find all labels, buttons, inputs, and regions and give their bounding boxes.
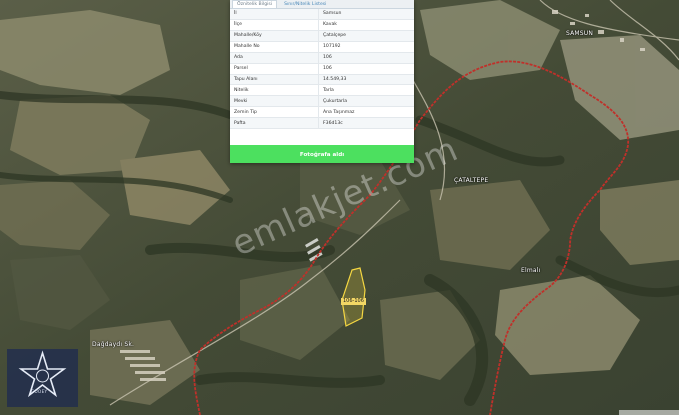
row-key: Mevki: [234, 98, 248, 104]
row-value: Ana Taşınmaz: [318, 107, 414, 118]
row-value: 106: [318, 52, 414, 63]
table-row: Mevki Çukurtarla: [230, 96, 414, 108]
table-row: Mahalle No 107192: [230, 41, 414, 53]
table-row: İl Samsun: [230, 9, 414, 20]
row-value: 106: [318, 63, 414, 74]
attribute-table: İl Samsun İlçe Kavak Mahalle/Köy Çatalçepe …: [230, 9, 414, 130]
panel-tabs: Öznitelik Bilgisi Sınır/Nitelik Listesi: [230, 0, 414, 9]
tab-boundary-list[interactable]: Sınır/Nitelik Listesi: [279, 0, 331, 8]
table-row: İlçe Kavak: [230, 19, 414, 31]
star-logo-icon: [18, 350, 67, 398]
map-label-elmali: Elmalı: [521, 267, 541, 274]
row-value: Tarla: [318, 85, 414, 96]
parcel-number-label: 106-106: [341, 298, 366, 305]
table-row: Mahalle/Köy Çatalçepe: [230, 30, 414, 42]
agency-logo: GOOEY: [7, 349, 78, 407]
row-key: Zemin Tip: [234, 109, 257, 115]
table-row: Nitelik Tarla: [230, 85, 414, 97]
row-key: Pafta: [234, 120, 246, 126]
parcel-info-panel: Öznitelik Bilgisi Sınır/Nitelik Listesi …: [230, 0, 414, 163]
row-key: İlçe: [234, 22, 242, 28]
row-key: İl: [234, 11, 237, 17]
row-value: 14.549,33: [318, 74, 414, 85]
map-attribution-bar: [619, 410, 679, 415]
table-row: Tapu Alanı 14.549,33: [230, 74, 414, 86]
row-key: Tapu Alanı: [234, 76, 258, 82]
satellite-photo-button[interactable]: Fotoğrafa aldı: [230, 145, 414, 163]
map-label-north-village: SAMSUN: [566, 30, 594, 37]
row-value: Çukurtarla: [318, 96, 414, 107]
table-row: Parsel 106: [230, 63, 414, 75]
map-label-dagdaydi: Dağdaydı Sk.: [92, 341, 135, 348]
row-key: Mahalle/Köy: [234, 33, 262, 39]
logo-text: GOOEY: [31, 389, 48, 394]
table-row: Pafta F36d13c: [230, 118, 414, 130]
tab-attribute-info[interactable]: Öznitelik Bilgisi: [232, 0, 278, 8]
row-key: Nitelik: [234, 87, 249, 93]
row-value: 107192: [318, 41, 414, 52]
row-key: Mahalle No: [234, 44, 260, 50]
row-value: F36d13c: [318, 118, 414, 129]
row-key: Ada: [234, 55, 243, 61]
row-value: Çatalçepe: [318, 30, 414, 41]
map-label-cataltepe: ÇATALTEPE: [454, 177, 489, 184]
row-key: Parsel: [234, 66, 248, 72]
row-value: Samsun: [318, 9, 414, 19]
table-row: Zemin Tip Ana Taşınmaz: [230, 107, 414, 119]
row-value: Kavak: [318, 19, 414, 30]
table-row: Ada 106: [230, 52, 414, 64]
